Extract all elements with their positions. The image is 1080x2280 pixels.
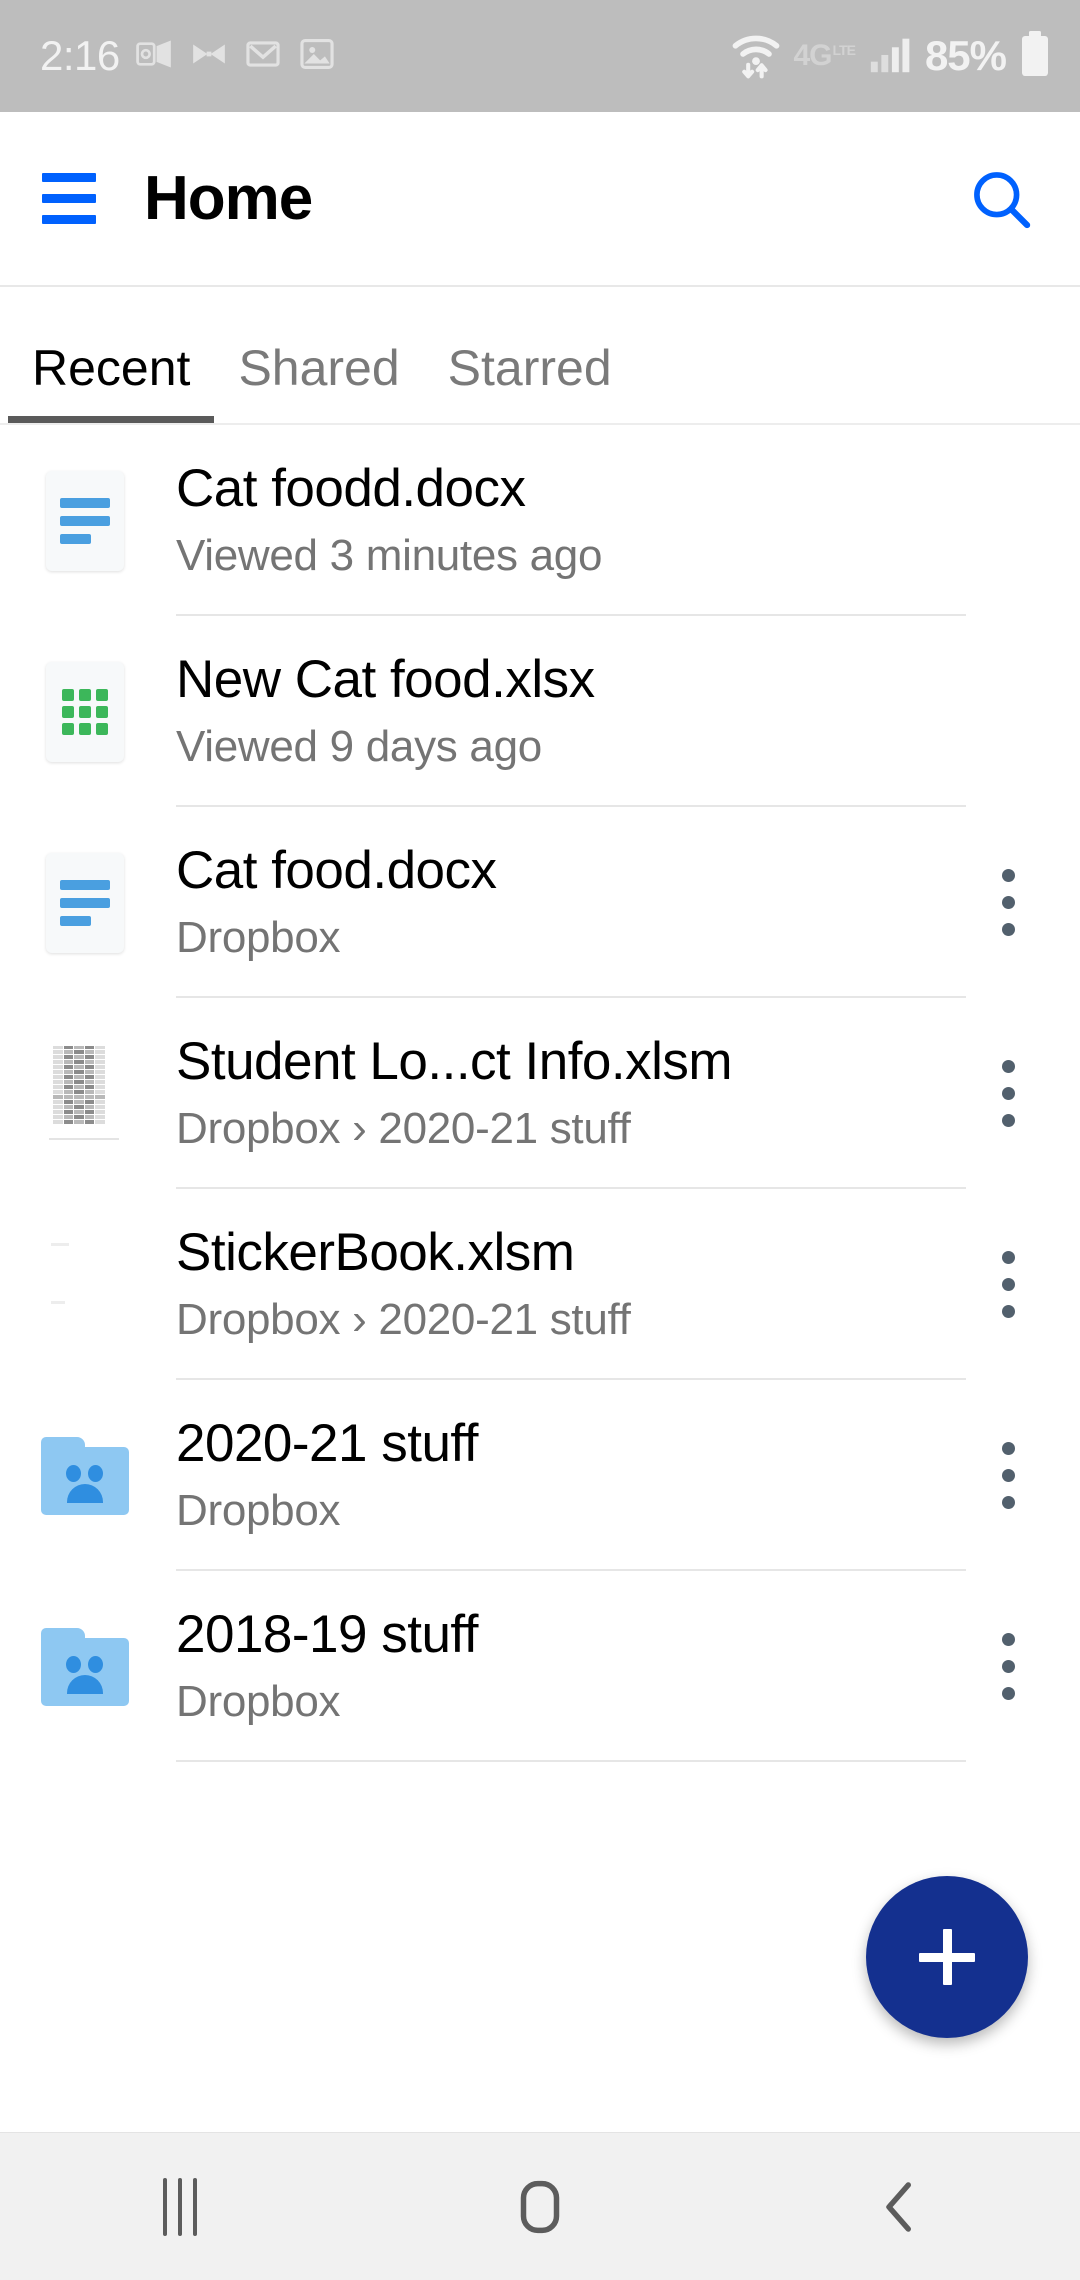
overflow-menu-icon[interactable] [966,807,1050,998]
shared-folder-icon [41,1627,129,1706]
network-type-main: 4G [793,39,833,72]
list-item-text: Cat food.docx Dropbox [176,807,966,998]
file-icon [30,458,140,584]
word-document-icon [46,852,124,953]
spreadsheet-thumbnail-icon [45,1037,125,1150]
status-bar-left: 2:16 [40,32,336,80]
battery-icon [1018,30,1052,83]
hamburger-line [42,215,96,224]
add-button[interactable] [866,1876,1028,2038]
tab-shared[interactable]: Shared [214,339,423,423]
status-bar-right: 4G LTE 85% [730,28,1053,85]
list-item[interactable]: Student Lo...ct Info.xlsm Dropbox › 2020… [0,998,1080,1189]
file-subtitle: Dropbox [176,1677,341,1726]
file-subtitle: Viewed 3 minutes ago [176,531,603,580]
tab-recent[interactable]: Recent [8,339,215,423]
list-item-text: StickerBook.xlsm Dropbox › 2020-21 stuff [176,1189,966,1380]
doc-line [60,515,110,526]
file-name: Cat food.docx [176,841,497,900]
list-item-text: Student Lo...ct Info.xlsm Dropbox › 2020… [176,998,966,1189]
file-name: New Cat food.xlsx [176,650,595,709]
plus-icon [919,1952,975,1962]
shared-folder-icon [41,1436,129,1515]
gallery-icon [298,35,336,78]
app-bar: Home [0,112,1080,287]
thumbnail-table [53,1045,105,1124]
file-name: 2020-21 stuff [176,1414,478,1473]
battery-percentage: 85% [924,32,1007,79]
file-name: 2018-19 stuff [176,1605,478,1664]
doc-line [60,533,91,544]
status-clock: 2:16 [40,32,120,79]
file-subtitle: Dropbox › 2020-21 stuff [176,1104,631,1153]
overflow-menu-icon[interactable] [966,998,1050,1189]
list-item[interactable]: StickerBook.xlsm Dropbox › 2020-21 stuff [0,1189,1080,1380]
list-item[interactable]: Cat food.docx Dropbox [0,807,1080,998]
gmail-icon [244,35,282,78]
hamburger-menu-icon[interactable] [42,173,96,224]
list-item-text: New Cat food.xlsx Viewed 9 days ago [176,616,966,807]
search-icon[interactable] [966,164,1036,234]
system-navigation-bar [0,2132,1080,2280]
recents-icon[interactable] [90,2133,270,2280]
list-item[interactable]: 2018-19 stuff Dropbox [0,1571,1080,1762]
hamburger-line [42,173,96,182]
doc-line [60,879,110,890]
file-icon [30,1031,140,1157]
home-icon[interactable] [450,2133,630,2280]
bowtie-app-icon [190,35,228,78]
phone-screen: 2:16 4G LTE 85% Home Recent Shared Starr… [0,0,1080,2280]
network-type-label: 4G LTE [793,39,856,72]
list-item-text: Cat foodd.docx Viewed 3 minutes ago [176,425,966,616]
status-bar: 2:16 4G LTE 85% [0,0,1080,112]
signal-bars-icon [867,31,913,82]
list-item[interactable]: New Cat food.xlsx Viewed 9 days ago [0,616,1080,807]
overflow-menu-icon[interactable] [966,1189,1050,1380]
word-document-icon [46,470,124,571]
list-item-text: 2020-21 stuff Dropbox [176,1380,966,1571]
file-name: Cat foodd.docx [176,459,526,518]
file-icon [30,649,140,775]
page-title: Home [144,164,313,233]
overflow-menu-icon[interactable] [966,1571,1050,1762]
file-name: Student Lo...ct Info.xlsm [176,1032,733,1091]
back-icon[interactable] [810,2133,990,2280]
doc-line [60,915,91,926]
file-name: StickerBook.xlsm [176,1223,575,1282]
file-icon [30,840,140,966]
thumbnail-footer-line [49,1137,119,1140]
file-subtitle: Dropbox [176,1486,341,1535]
doc-line [60,497,110,508]
tab-bar: Recent Shared Starred [0,287,1080,425]
wifi-icon [730,28,782,85]
excel-grid [62,688,108,735]
file-subtitle: Dropbox › 2020-21 stuff [176,1295,631,1344]
tab-starred[interactable]: Starred [424,339,636,423]
overflow-menu-icon[interactable] [966,1380,1050,1571]
file-icon [30,1413,140,1539]
doc-line [60,897,110,908]
file-subtitle: Viewed 9 days ago [176,722,542,771]
file-icon [30,1222,140,1348]
blank-thumbnail-icon [45,1228,125,1341]
outlook-icon [135,35,174,78]
file-list: Cat foodd.docx Viewed 3 minutes ago New … [0,425,1080,2132]
list-item[interactable]: 2020-21 stuff Dropbox [0,1380,1080,1571]
list-item[interactable]: Cat foodd.docx Viewed 3 minutes ago [0,425,1080,616]
network-type-sub: LTE [832,42,856,58]
file-subtitle: Dropbox [176,913,341,962]
list-item-text: 2018-19 stuff Dropbox [176,1571,966,1762]
hamburger-line [42,194,96,203]
file-icon [30,1604,140,1730]
excel-spreadsheet-icon [46,661,124,762]
